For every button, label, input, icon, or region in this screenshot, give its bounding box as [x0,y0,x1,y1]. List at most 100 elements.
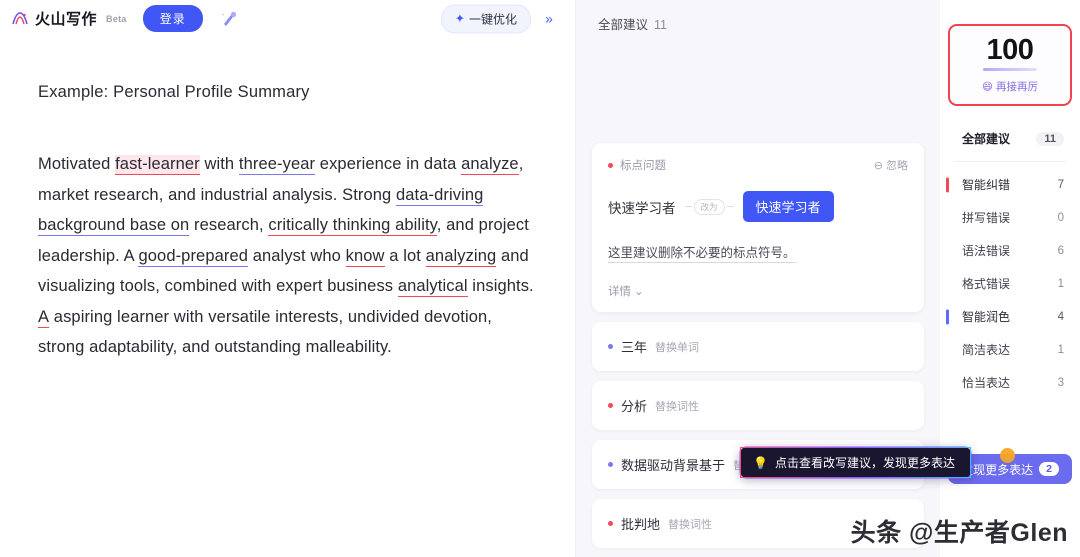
card-note: 这里建议删除不必要的标点符号。 [608,242,796,263]
error-critically-thinking[interactable]: critically thinking ability [268,216,437,237]
suggestion-row-action: 替换词性 [668,518,713,531]
sidebar-item-label: 简洁表达 [962,343,1011,358]
document-title: Example: Personal Profile Summary [38,83,310,101]
lightbulb-icon: 💡 [753,455,768,470]
optimize-label: 一键优化 [468,12,517,26]
error-three-year[interactable]: three-year [238,155,316,176]
sidebar-item-count: 11 [1036,131,1064,146]
sidebar-item-0-0[interactable]: 拼写错误 0 [940,201,1080,234]
smile-emoji-icon: 😄 [982,80,993,93]
replacement-row: 快速学习者 改为 快速学习者 [608,191,908,222]
suggestions-header-count: 11 [654,18,667,32]
hint-tooltip: 💡 点击查看改写建议，发现更多表达 [740,447,971,478]
arrow-to-icon: 改为 [684,198,734,215]
magic-wand-icon[interactable] [217,7,241,31]
error-a[interactable]: A [38,307,50,328]
suggestion-row-word: 批判地 [621,517,661,532]
error-fast-learner[interactable]: fast-learner [115,155,200,176]
sidebar-menu: 全部建议 11 智能纠错 7 拼写错误 0 语法错误 6 格式错误 1 智能润色 4 简洁表达 1 恰当… [940,126,1080,399]
sidebar-item-label: 格式错误 [962,277,1011,292]
text-run: Motivated [38,155,116,174]
score-underline [983,68,1037,72]
text-run: analyst who [248,246,346,265]
sidebar-item-label: 语法错误 [962,244,1011,259]
error-know[interactable]: know [345,246,385,267]
suggestion-row[interactable]: 分析 替换词性 [592,381,924,430]
score-caption-label: 再接再厉 [995,81,1038,94]
sidebar-groups: 智能纠错 7 拼写错误 0 语法错误 6 格式错误 1 智能润色 4 简洁表达 1 恰当表达 3 [940,168,1080,399]
score-value: 100 [986,34,1034,66]
apply-replacement-button[interactable]: 快速学习者 [742,191,834,222]
top-bar-right: ✦ 一键优化 » [440,4,563,33]
severity-dot-icon [608,403,613,408]
text-run: insights. [467,277,534,296]
error-good-prepared[interactable]: good-prepared [138,246,249,267]
ignore-label: 忽略 [886,160,908,172]
sidebar-item-count: 4 [1057,310,1064,323]
sidebar-group-1[interactable]: 智能润色 4 [940,300,1080,333]
sidebar-item-all-suggestions[interactable]: 全部建议 11 [940,126,1080,155]
text-run: experience in data [315,155,462,174]
suggestion-card[interactable]: 标点问题 ⊖ 忽略 快速学习者 改为 快速学习者 这里建议删除不必要的标点符号。… [592,143,924,312]
logo-text: 火山写作 [35,11,98,28]
error-analyze[interactable]: analyze [461,155,519,176]
ignore-button[interactable]: ⊖ 忽略 [874,157,908,173]
suggestion-row-action: 替换词性 [655,400,700,413]
text-run: aspiring learner with versatile interest… [38,307,492,357]
text-run: research, [189,216,269,235]
suggestion-row-word: 数据驱动背景基于 [621,458,726,473]
card-details-toggle[interactable]: 详情 ⌄ [608,283,908,299]
sidebar-item-count: 6 [1057,244,1064,257]
severity-dot-icon [608,462,613,467]
card-header: 标点问题 ⊖ 忽略 [608,157,908,173]
double-chevron-right-icon: » [545,10,553,27]
sparkle-icon: ✦ [454,11,465,26]
login-button[interactable]: 登录 [142,5,203,32]
editor-column: 火山写作 Beta 登录 ✦ 一键优化 » Example: Personal … [0,0,576,557]
suggestion-row-action: 替换单词 [655,341,700,354]
sidebar-item-0-1[interactable]: 语法错误 6 [940,234,1080,267]
watermark: 头条 @生产者Glen [850,519,1068,547]
document-body[interactable]: Motivated fast-learner with three-year e… [38,149,539,363]
sidebar-item-count: 1 [1057,343,1064,356]
discover-more-count: 2 [1039,462,1059,476]
sidebar-item-label: 拼写错误 [962,211,1011,226]
mouse-cursor-highlight [1000,448,1015,463]
document-area[interactable]: Example: Personal Profile Summary Motiva… [0,37,575,363]
original-word: 快速学习者 [608,200,676,216]
text-run: with [199,155,239,174]
severity-dot-icon [608,344,613,349]
suggestion-row[interactable]: 三年 替换单词 [592,322,924,371]
volcano-logo-icon [10,9,30,29]
group-accent-bar [946,177,949,193]
sidebar-item-label: 智能润色 [962,310,1011,325]
beta-badge: Beta [106,13,127,24]
suggestions-header-label: 全部建议 [598,18,649,32]
sidebar-item-1-1[interactable]: 恰当表达 3 [940,366,1080,399]
one-click-optimize-button[interactable]: ✦ 一键优化 [440,4,531,33]
card-type-label: 标点问题 [620,160,666,172]
sidebar-group-0[interactable]: 智能纠错 7 [940,168,1080,201]
score-caption: 😄 再接再厉 [950,79,1070,94]
collapse-panel-button[interactable]: » [535,6,563,32]
arrow-pill-label: 改为 [693,198,725,215]
suggestions-list: 标点问题 ⊖ 忽略 快速学习者 改为 快速学习者 这里建议删除不必要的标点符号。… [576,143,940,548]
card-details-label: 详情 [608,286,631,298]
sidebar-item-0-2[interactable]: 格式错误 1 [940,267,1080,300]
app-root: 火山写作 Beta 登录 ✦ 一键优化 » Example: Personal … [0,0,1080,557]
group-accent-bar [946,309,949,325]
sidebar-item-1-0[interactable]: 简洁表达 1 [940,333,1080,366]
sidebar-item-label: 全部建议 [962,132,1011,147]
suggestion-row-word: 三年 [621,340,648,355]
top-bar: 火山写作 Beta 登录 ✦ 一键优化 » [0,0,575,37]
score-card: 100 😄 再接再厉 [948,24,1072,107]
error-analytical[interactable]: analytical [397,277,468,298]
error-analyzing[interactable]: analyzing [425,246,497,267]
app-logo[interactable]: 火山写作 Beta [10,8,127,29]
severity-dot-icon [608,521,613,526]
sidebar-item-count: 0 [1057,211,1064,224]
sidebar-item-count: 3 [1057,376,1064,389]
suggestions-header: 全部建议 11 [576,0,940,33]
menu-divider [954,161,1066,163]
severity-dot-icon [608,162,613,168]
